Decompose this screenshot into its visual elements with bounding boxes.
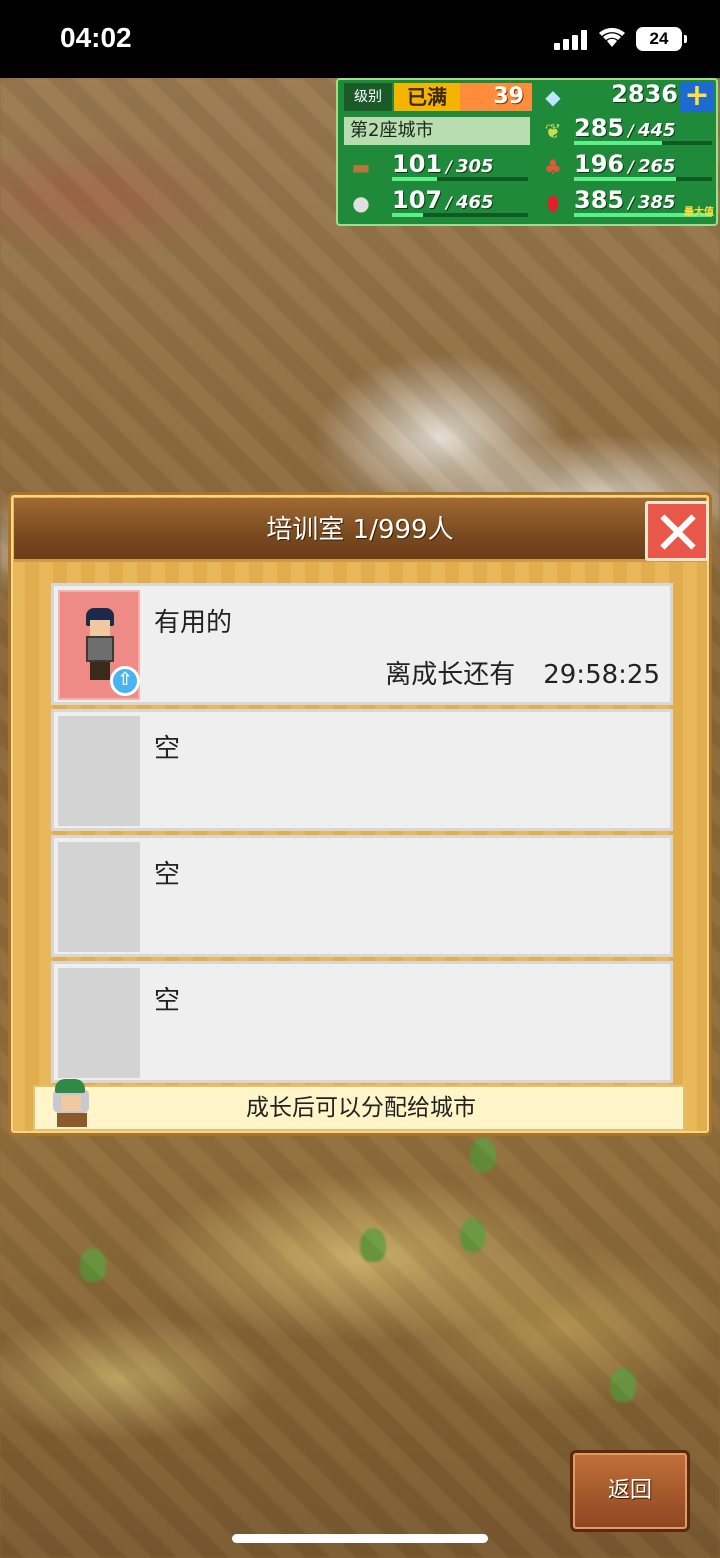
empty-slot[interactable]: 空 <box>51 709 673 831</box>
crop-bar-fill <box>574 141 663 145</box>
empty-portrait <box>58 842 140 952</box>
stone-bar-fill <box>392 213 424 217</box>
slot-empty-label: 空 <box>154 734 181 764</box>
level-up-arrow-icon: ⇧ <box>110 666 140 696</box>
wheat-icon: ❦ <box>544 119 562 143</box>
growth-label: 离成长还有 <box>385 660 516 690</box>
slot-empty-label: 空 <box>154 986 181 1016</box>
wifi-icon <box>599 27 625 47</box>
max-value-tag: 最大值 <box>684 207 714 218</box>
training-room-dialog: 培训室 1/999人 ⇧ 有用的 离成长还有 29:58:25 空 空 空 成长… <box>8 492 712 1136</box>
dialog-header: 培训室 1/999人 <box>14 498 706 562</box>
stone-icon: ● <box>352 191 370 215</box>
hint-bar: 成长后可以分配给城市 <box>33 1079 685 1131</box>
wood-bar-fill <box>392 177 437 181</box>
trainee-slot[interactable]: ⇧ 有用的 离成长还有 29:58:25 <box>51 583 673 705</box>
diamond-icon: ◆ <box>545 85 561 109</box>
city-name: 第2座城市 <box>344 117 530 145</box>
stone-progress-bar <box>392 213 528 217</box>
empty-portrait <box>58 968 140 1078</box>
food-icon: ♣ <box>544 155 562 179</box>
slot-empty-label: 空 <box>154 860 181 890</box>
crop-progress-bar <box>574 141 712 145</box>
log-icon: ▬ <box>351 155 371 179</box>
food-progress-bar <box>574 177 712 181</box>
resource-hud[interactable]: 级别 已满 39 ◆ 2836 + 第2座城市 ❦ 285/445 ▬ 101/… <box>336 78 718 226</box>
growth-time: 29:58:25 <box>543 660 660 690</box>
buy-gems-button[interactable]: + <box>680 81 714 112</box>
plus-icon: + <box>684 78 710 113</box>
close-button[interactable] <box>645 501 709 561</box>
back-button[interactable]: 返回 <box>570 1450 690 1532</box>
trainee-portrait: ⇧ <box>58 590 140 700</box>
level-label: 级别 <box>344 83 392 111</box>
trainee-name: 有用的 <box>154 608 233 638</box>
wood-progress-bar <box>392 177 528 181</box>
empty-slot[interactable]: 空 <box>51 835 673 957</box>
ruby-icon: ⬮ <box>546 191 560 215</box>
hint-text: 成长后可以分配给城市 <box>246 1095 476 1121</box>
dialog-title: 培训室 1/999人 <box>266 515 454 545</box>
home-indicator[interactable] <box>232 1534 488 1543</box>
cellular-signal-icon <box>554 30 588 50</box>
status-bar: 04:02 24 <box>0 0 720 78</box>
gem-count: 2836 <box>611 80 678 108</box>
level-status: 已满 <box>394 83 460 111</box>
clock-time: 04:02 <box>60 22 132 53</box>
empty-slot[interactable]: 空 <box>51 961 673 1083</box>
growth-countdown: 离成长还有 29:58:25 <box>385 654 660 691</box>
empty-portrait <box>58 716 140 826</box>
battery-indicator: 24 <box>636 27 687 51</box>
level-value: 39 <box>460 83 532 111</box>
food-bar-fill <box>574 177 677 181</box>
